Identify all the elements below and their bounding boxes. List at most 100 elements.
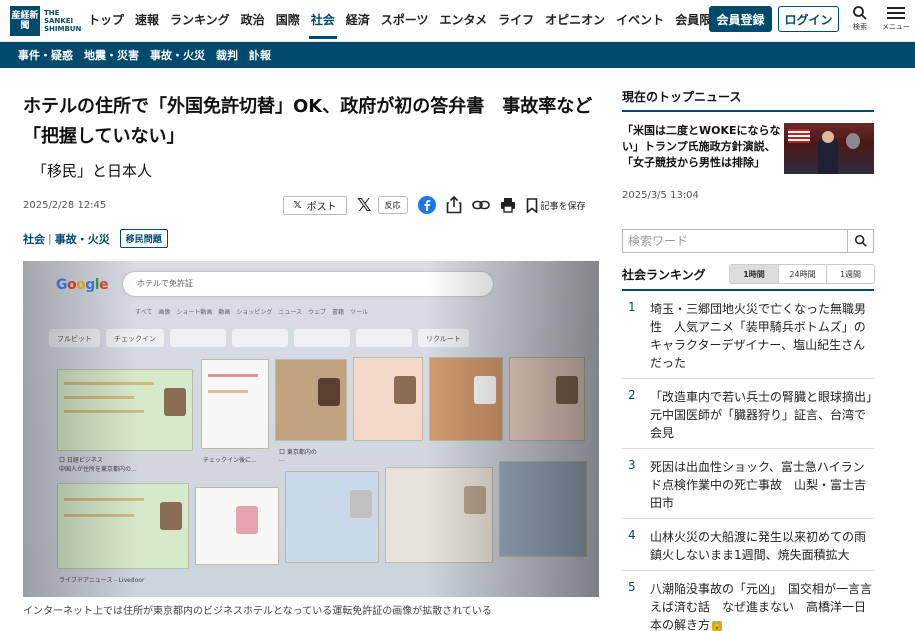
logo-text-line: SANKEI xyxy=(44,17,74,25)
save-label: 記事を保存 xyxy=(540,201,586,212)
license-thumb xyxy=(385,467,493,563)
nav-life[interactable]: ライフ xyxy=(498,11,534,28)
logo-text-line: THE xyxy=(44,9,60,17)
ranking-tab-1h[interactable]: 1時間 xyxy=(730,265,778,283)
ranking-title: 埼玉・三郷団地火災で亡くなった無職男性 人気アニメ「装甲騎兵ボトムズ」のキャラク… xyxy=(650,302,867,370)
ranking-list: 1 埼玉・三郷団地火災で亡くなった無職男性 人気アニメ「装甲騎兵ボトムズ」のキャ… xyxy=(622,291,885,631)
print-icon xyxy=(500,198,515,213)
nav-breaking[interactable]: 速報 xyxy=(135,11,159,28)
save-article-button[interactable]: 記事を保存 xyxy=(526,197,586,213)
ranking-title: 「改造車内で若い兵士の腎臓と眼球摘出」 元中国医師が「臓器狩り」証言、台湾で会見 xyxy=(650,390,885,440)
nav-international[interactable]: 国際 xyxy=(276,11,300,28)
bookmark-icon xyxy=(526,197,537,213)
photo-chip xyxy=(356,329,412,347)
article-title: ホテルの住所で「外国免許切替」OK、政府が初の答弁書 事故率など「把握していない… xyxy=(23,96,593,147)
subnav-disasters[interactable]: 地震・災害 xyxy=(84,47,139,63)
photo-search-box: ホテルで免許証 xyxy=(123,272,493,296)
login-button[interactable]: ログイン xyxy=(778,6,839,32)
top-news-heading: 現在のトップニュース xyxy=(622,90,742,104)
photo-chips: フルビット チェックイン リクルート xyxy=(49,329,475,347)
license-thumb xyxy=(499,461,587,557)
ranking-item[interactable]: 2 「改造車内で若い兵士の腎臓と眼球摘出」 元中国医師が「臓器狩り」証言、台湾で… xyxy=(622,379,885,449)
nav-opinion[interactable]: オピニオン xyxy=(545,11,605,28)
register-button[interactable]: 会員登録 xyxy=(709,6,772,32)
article-date: 2025/2/28 12:45 xyxy=(23,200,107,211)
ranking-title: 山林火災の大船渡に発生以来初めての雨 鎮火しないまま1週間、焼失面積拡大 xyxy=(650,530,879,562)
top-news-date: 2025/3/5 13:04 xyxy=(622,190,699,201)
flag-graphic xyxy=(788,129,810,143)
photo-chip xyxy=(232,329,288,347)
subnav-trials[interactable]: 裁判 xyxy=(216,47,238,63)
ranking-item[interactable]: 5 八潮陥没事故の「元凶」 国交相が一言言えば済む話 なぜ進まない 高橋洋一日本… xyxy=(622,571,874,631)
nav-economy[interactable]: 経済 xyxy=(346,11,370,28)
nav-top[interactable]: トップ xyxy=(88,11,124,28)
photo-caption: インターネット上では住所が東京都内のビジネスホテルとなっている運転免許証の画像が… xyxy=(23,606,492,617)
tag-separator: | xyxy=(48,232,52,245)
article-series[interactable]: 「移民」と日本人 xyxy=(32,160,152,181)
x-reactions-icon[interactable]: 𝕏 xyxy=(357,195,372,216)
facebook-share-button[interactable] xyxy=(417,196,436,214)
article-photo[interactable]: Google ホテルで免許証 すべて 画像 ショート動画 動画 ショッピング ニ… xyxy=(23,261,599,597)
ranking-title-text: 八潮陥没事故の「元凶」 国交相が一言言えば済む話 なぜ進まない 高橋洋一日本の解… xyxy=(650,582,873,631)
print-button[interactable] xyxy=(500,197,516,213)
license-thumb xyxy=(429,357,503,441)
post-to-x-button[interactable]: 𝕏 ポスト xyxy=(283,195,347,215)
ranking-tab-1w[interactable]: 1週間 xyxy=(826,265,874,283)
article-tags: 社会 | 事故・火災 移民問題 xyxy=(23,229,168,248)
post-label: ポスト xyxy=(306,201,337,213)
ranking-item[interactable]: 4 山林火災の大船渡に発生以来初めての雨 鎮火しないまま1週間、焼失面積拡大 xyxy=(622,519,879,571)
nav-politics[interactable]: 政治 xyxy=(241,11,265,28)
nav-ranking[interactable]: ランキング xyxy=(170,11,230,28)
ranking-item[interactable]: 1 埼玉・三郷団地火災で亡くなった無職男性 人気アニメ「装甲騎兵ボトムズ」のキャ… xyxy=(622,291,874,379)
keyword-search xyxy=(622,229,874,253)
search-label: 検索 xyxy=(853,23,867,31)
nav-society[interactable]: 社会 xyxy=(308,11,337,39)
keyword-search-button[interactable] xyxy=(847,230,873,252)
hamburger-icon xyxy=(887,7,905,19)
logo-mark: 産経新聞 xyxy=(10,6,40,36)
top-news-link[interactable]: 「米国は二度とWOKEにならない」トランプ氏施政方針演説、「女子競技から男性は排… xyxy=(622,123,782,171)
ranking-tabs: 1時間 24時間 1週間 xyxy=(729,264,875,284)
photo-chip: フルビット xyxy=(49,329,100,347)
site-logo[interactable]: 産経新聞 THE SANKEI SHIMBUN xyxy=(10,5,82,37)
copy-link-button[interactable] xyxy=(471,199,490,211)
keyword-search-input[interactable] xyxy=(623,230,847,252)
tag-badge[interactable]: 移民問題 xyxy=(119,229,168,248)
tag-category[interactable]: 社会 xyxy=(23,231,45,247)
license-thumb xyxy=(57,369,193,451)
x-logo-icon: 𝕏 xyxy=(293,199,302,211)
thumb-caption: 口 東京都内の ... xyxy=(279,449,317,463)
nav-sports[interactable]: スポーツ xyxy=(381,11,429,28)
header-search-button[interactable]: 検索 xyxy=(843,5,877,37)
ranking-title: 八潮陥没事故の「元凶」 国交相が一言言えば済む話 なぜ進まない 高橋洋一日本の解… xyxy=(650,580,874,631)
search-icon xyxy=(854,234,867,247)
logo-text: THE SANKEI SHIMBUN xyxy=(44,9,81,33)
thumb-caption: ライブドアニュース - Livedoor xyxy=(59,577,145,584)
tag-subcategory[interactable]: 事故・火災 xyxy=(55,231,110,247)
ranking-title: 死因は出血性ショック、富士急ハイランド点検作業中の死亡事故 山梨・富士吉田市 xyxy=(650,460,867,510)
header-menu-button[interactable]: メニュー xyxy=(879,5,913,37)
subnav-obituaries[interactable]: 訃報 xyxy=(249,47,271,63)
share-icon xyxy=(446,196,461,214)
main-nav: トップ 速報 ランキング 政治 国際 社会 経済 スポーツ エンタメ ライフ オ… xyxy=(88,0,758,39)
subnav-accidents[interactable]: 事故・火災 xyxy=(150,47,205,63)
nav-event[interactable]: イベント xyxy=(616,11,664,28)
reactions-button[interactable]: 反応 xyxy=(377,196,408,214)
ranking-number: 5 xyxy=(628,580,636,594)
top-news-image[interactable] xyxy=(784,123,874,174)
license-thumb xyxy=(353,357,423,441)
subnav-incidents[interactable]: 事件・疑惑 xyxy=(18,47,73,63)
ranking-number: 4 xyxy=(628,528,636,542)
share-bar: 𝕏 ポスト 𝕏 反応 記事を保存 xyxy=(283,194,586,216)
license-thumb xyxy=(195,487,279,565)
search-icon xyxy=(853,6,867,20)
speaker-head xyxy=(822,131,834,143)
ranking-tab-24h[interactable]: 24時間 xyxy=(778,265,826,283)
link-icon xyxy=(471,200,490,210)
share-button[interactable] xyxy=(446,196,462,214)
photo-chip xyxy=(170,329,226,347)
menu-label: メニュー xyxy=(882,23,910,31)
nav-entertainment[interactable]: エンタメ xyxy=(440,11,488,28)
ranking-item[interactable]: 3 死因は出血性ショック、富士急ハイランド点検作業中の死亡事故 山梨・富士吉田市 xyxy=(622,449,874,519)
sub-nav: 事件・疑惑 地震・災害 事故・火災 裁判 訃報 xyxy=(0,42,915,68)
